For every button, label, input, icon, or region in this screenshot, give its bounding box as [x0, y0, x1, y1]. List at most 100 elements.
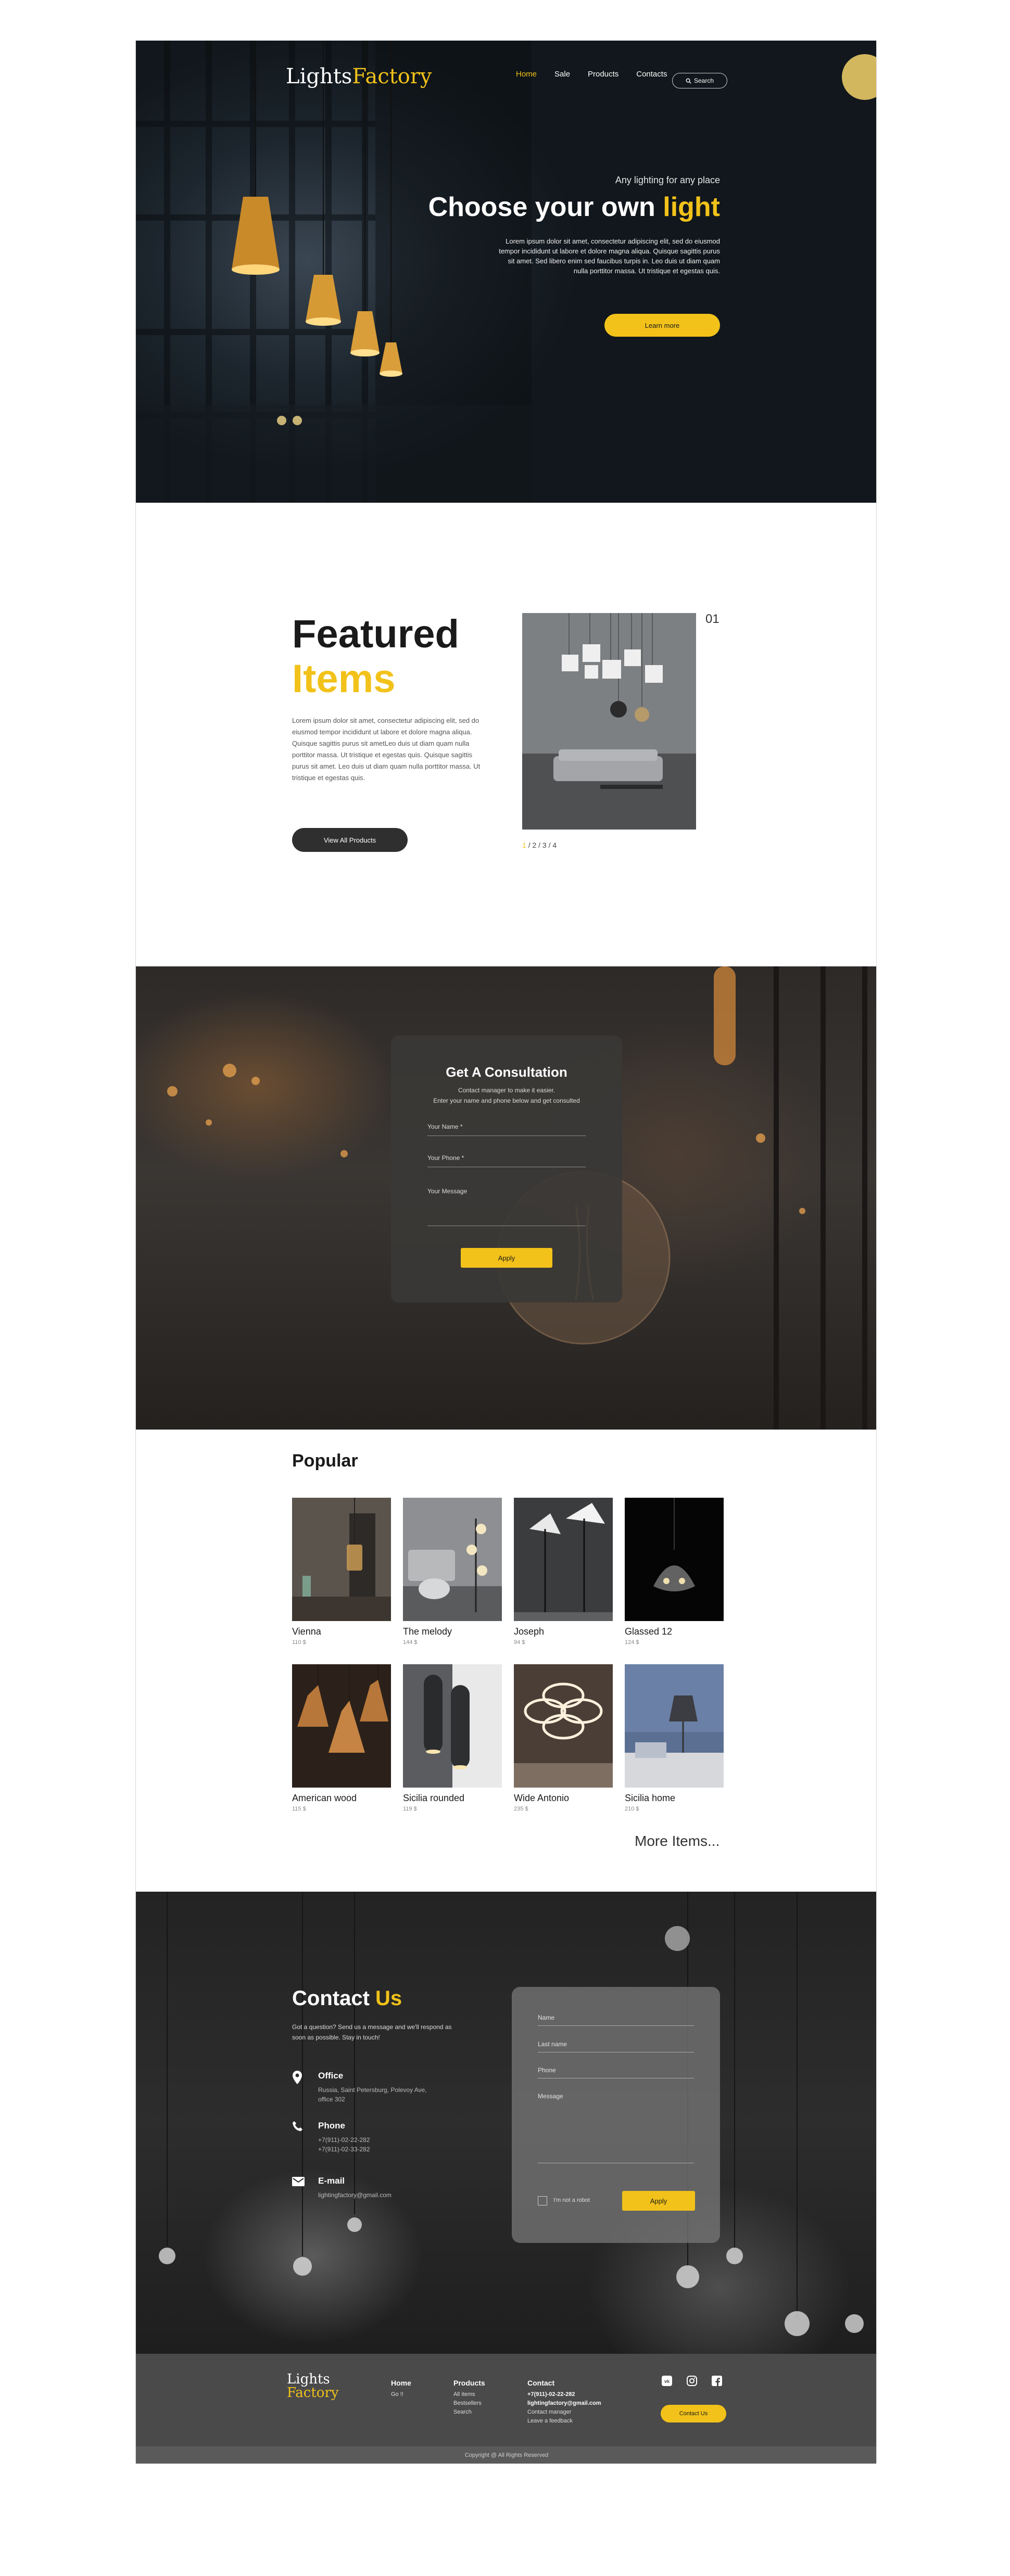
consultation-subtitle-2: Enter your name and phone below and get … — [433, 1097, 580, 1104]
product-name: The melody — [403, 1626, 452, 1637]
mail-icon — [292, 2177, 305, 2186]
location-pin-icon — [293, 2071, 302, 2084]
featured-title-line1: Featured — [292, 612, 459, 656]
contact-title-accent: Us — [375, 1987, 402, 2010]
featured-number: 01 — [705, 612, 719, 626]
more-items-link[interactable]: More Items... — [635, 1833, 719, 1850]
bulb-glow-image — [842, 54, 876, 100]
footer-products-title[interactable]: Products — [453, 2379, 485, 2387]
email-title: E-mail — [318, 2176, 345, 2186]
pager-rest[interactable]: / 2 / 3 / 4 — [528, 841, 557, 849]
featured-paragraph: Lorem ipsum dolor sit amet, consectetur … — [292, 717, 481, 782]
copyright: Copyright @ All Rights Reserved — [136, 2446, 876, 2464]
footer-home-column: Home Go !! — [391, 2379, 411, 2399]
product-card[interactable]: American wood 115 $ — [292, 1664, 391, 1812]
product-price: 235 $ — [514, 1806, 528, 1812]
vk-icon[interactable]: vk — [662, 2376, 672, 2386]
nav-item-products[interactable]: Products — [588, 70, 618, 79]
instagram-icon[interactable] — [687, 2376, 697, 2386]
social-links: vk — [662, 2376, 722, 2386]
name-field[interactable]: Your Name * — [427, 1123, 463, 1130]
phone-field[interactable]: Your Phone * — [427, 1154, 464, 1162]
hero-title-main: Choose your own — [428, 192, 663, 222]
phone-number-1[interactable]: +7(911)-02-22-282 — [318, 2135, 433, 2145]
footer: Lights Factory Home Go !! Products All i… — [136, 2354, 876, 2446]
contact-phone-field[interactable]: Phone — [538, 2067, 556, 2074]
view-all-products-button[interactable]: View All Products — [292, 828, 408, 852]
product-image-joseph[interactable] — [514, 1498, 613, 1621]
logo-part2: Factory — [352, 65, 432, 88]
featured-product-image[interactable] — [522, 613, 696, 830]
search-label: Search — [693, 77, 714, 84]
contact-title-main: Contact — [292, 1987, 375, 2010]
product-price: 210 $ — [625, 1806, 639, 1812]
featured-pager[interactable]: 1 / 2 / 3 / 4 — [522, 841, 557, 849]
featured-title: Featured Items — [292, 612, 459, 702]
consultation-section: Get A Consultation Contact manager to ma… — [136, 966, 876, 1430]
product-card[interactable]: Glassed 12 124 $ — [625, 1498, 724, 1646]
product-image-vienna[interactable] — [292, 1498, 391, 1621]
product-image-wide-antonio[interactable] — [514, 1664, 613, 1788]
product-card[interactable]: The melody 144 $ — [403, 1498, 502, 1646]
product-card[interactable]: Wide Antonio 235 $ — [514, 1664, 613, 1812]
product-name: Glassed 12 — [625, 1626, 673, 1637]
product-name: Sicilia home — [625, 1793, 676, 1803]
nav-item-home[interactable]: Home — [516, 70, 537, 79]
footer-logo[interactable]: Lights Factory — [287, 2373, 339, 2400]
product-card[interactable]: Sicilia rounded 119 $ — [403, 1664, 502, 1812]
footer-link-search[interactable]: Search — [453, 2408, 485, 2417]
logo[interactable]: LightsFactory — [286, 65, 432, 88]
contact-message-field[interactable]: Message — [538, 2093, 563, 2100]
product-price: 144 $ — [403, 1639, 418, 1646]
product-image-sicilia-rounded[interactable] — [403, 1664, 502, 1788]
contact-last-name-field[interactable]: Last name — [538, 2041, 567, 2048]
footer-logo-line1: Lights — [287, 2371, 330, 2387]
consultation-apply-button[interactable]: Apply — [461, 1248, 552, 1268]
nav-item-contacts[interactable]: Contacts — [636, 70, 667, 79]
product-name: American wood — [292, 1793, 357, 1803]
email-text[interactable]: lightingfactory@gmail.com — [318, 2190, 433, 2200]
contact-name-field[interactable]: Name — [538, 2014, 554, 2021]
product-price: 124 $ — [625, 1639, 639, 1646]
footer-link-bestsellers[interactable]: Bestsellers — [453, 2399, 485, 2408]
robot-checkbox[interactable] — [538, 2196, 547, 2205]
product-price: 110 $ — [292, 1639, 306, 1646]
nav-item-sale[interactable]: Sale — [554, 70, 570, 79]
footer-phone[interactable]: +7(911)-02-22-282 — [527, 2390, 601, 2399]
hero-section: LightsFactory Home Sale Products Contact… — [136, 41, 876, 503]
product-card[interactable]: Sicilia home 210 $ — [625, 1664, 724, 1812]
product-price: 94 $ — [514, 1639, 525, 1646]
footer-home-title[interactable]: Home — [391, 2379, 411, 2387]
message-field[interactable]: Your Message — [427, 1188, 467, 1195]
product-image-the-melody[interactable] — [403, 1498, 502, 1621]
footer-logo-line2: Factory — [287, 2385, 339, 2401]
footer-link-all-items[interactable]: All items — [453, 2390, 485, 2399]
pendant-lamp-image — [232, 41, 402, 425]
product-image-glassed-12[interactable] — [625, 1498, 724, 1621]
product-name: Sicilia rounded — [403, 1793, 465, 1803]
footer-contact-manager[interactable]: Contact manager — [527, 2408, 601, 2417]
footer-email[interactable]: lightingfactory@gmail.com — [527, 2399, 601, 2408]
learn-more-button[interactable]: Learn more — [604, 314, 720, 337]
phone-icon — [293, 2121, 302, 2131]
search-button[interactable]: Search — [672, 73, 727, 88]
contact-name-underline — [538, 2025, 694, 2026]
main-nav: Home Sale Products Contacts — [516, 70, 667, 79]
product-card[interactable]: Vienna 110 $ — [292, 1498, 391, 1646]
hanging-bulbs-background-image — [159, 1892, 864, 2336]
footer-home-link[interactable]: Go !! — [391, 2390, 411, 2399]
pager-current[interactable]: 1 — [522, 841, 526, 849]
facebook-icon[interactable] — [712, 2376, 722, 2386]
product-image-sicilia-home[interactable] — [625, 1664, 724, 1788]
footer-contact-title[interactable]: Contact — [527, 2379, 601, 2387]
product-price: 119 $ — [403, 1806, 417, 1812]
product-card[interactable]: Joseph 94 $ — [514, 1498, 613, 1646]
phone-title: Phone — [318, 2121, 345, 2131]
contact-us-button[interactable]: Contact Us — [661, 2405, 726, 2422]
robot-label: I'm not a robot — [553, 2197, 590, 2203]
phone-number-2[interactable]: +7(911)-02-33-282 — [318, 2145, 433, 2154]
product-name: Vienna — [292, 1626, 321, 1637]
footer-feedback[interactable]: Leave a feedback — [527, 2417, 601, 2426]
contact-apply-button[interactable]: Apply — [622, 2191, 695, 2211]
product-image-american-wood[interactable] — [292, 1664, 391, 1788]
